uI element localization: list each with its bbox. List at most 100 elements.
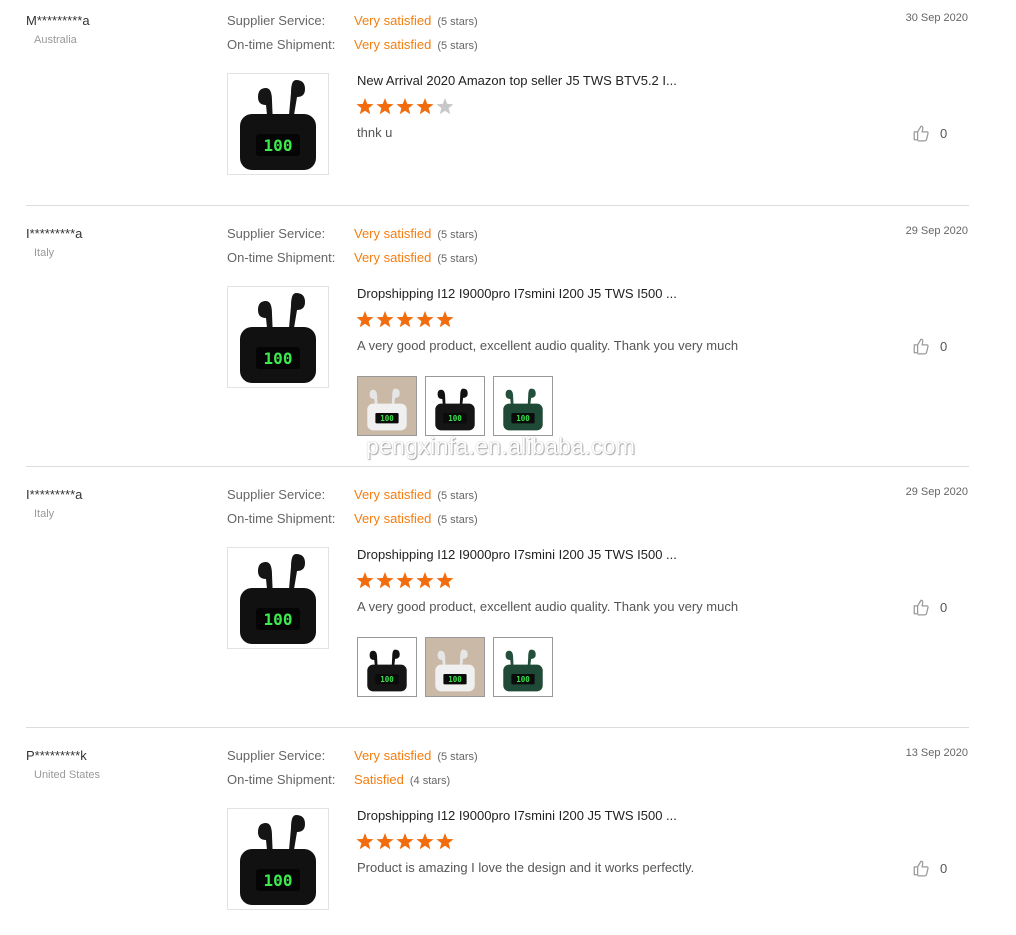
- supplier-service-rating: Supplier Service: Very satisfied (5 stars): [227, 225, 478, 243]
- review-text: A very good product, excellent audio qua…: [357, 599, 739, 614]
- like-button[interactable]: 0: [912, 859, 947, 877]
- review-divider: [26, 205, 969, 206]
- reviewer-country: Italy: [34, 508, 55, 520]
- svg-text:100: 100: [264, 136, 293, 155]
- svg-text:100: 100: [448, 414, 462, 423]
- ontime-shipment-rating: On-time Shipment: Satisfied (4 stars): [227, 771, 450, 789]
- review-date: 30 Sep 2020: [905, 12, 968, 24]
- supplier-service-label: Supplier Service:: [227, 13, 326, 28]
- watermark: pengxinfa.en.alibaba.com: [366, 433, 636, 459]
- ontime-shipment-stars: (5 stars): [437, 514, 478, 526]
- star-icon: [376, 311, 394, 328]
- reviewer-country: Australia: [34, 34, 77, 46]
- svg-text:100: 100: [264, 349, 293, 368]
- product-image[interactable]: 100: [227, 547, 329, 649]
- star-icon: [356, 833, 374, 850]
- review-item: I*********a Italy Supplier Service: Very …: [0, 213, 1016, 436]
- review-photos: 100 100 100: [357, 637, 553, 697]
- review-date: 29 Sep 2020: [905, 225, 968, 237]
- thumbs-up-icon: [912, 598, 930, 616]
- like-button[interactable]: 0: [912, 598, 947, 616]
- product-title-link[interactable]: New Arrival 2020 Amazon top seller J5 TW…: [357, 73, 677, 88]
- review-photo[interactable]: 100: [357, 637, 417, 697]
- like-button[interactable]: 0: [912, 337, 947, 355]
- supplier-service-label: Supplier Service:: [227, 748, 326, 763]
- supplier-service-value: Very satisfied: [354, 487, 432, 502]
- reviewer-name: P*********k: [26, 748, 87, 763]
- star-icon: [416, 572, 434, 589]
- review-item: P*********k United States Supplier Servi…: [0, 735, 1016, 935]
- star-icon: [436, 833, 454, 850]
- review-photo[interactable]: 100: [425, 376, 485, 436]
- ontime-shipment-label: On-time Shipment:: [227, 511, 336, 526]
- review-divider: [26, 466, 969, 467]
- like-count: 0: [940, 599, 948, 615]
- supplier-service-stars: (5 stars): [437, 751, 478, 763]
- star-icon: [376, 833, 394, 850]
- review-photo[interactable]: 100: [425, 637, 485, 697]
- like-count: 0: [940, 338, 948, 354]
- product-image[interactable]: 100: [227, 286, 329, 388]
- ontime-shipment-label: On-time Shipment:: [227, 250, 336, 265]
- star-icon: [376, 98, 394, 115]
- star-icon: [356, 572, 374, 589]
- ontime-shipment-value: Very satisfied: [354, 250, 432, 265]
- svg-text:100: 100: [516, 414, 530, 423]
- review-text: Product is amazing I love the design and…: [357, 860, 695, 875]
- svg-text:100: 100: [516, 675, 530, 684]
- ontime-shipment-value: Very satisfied: [354, 37, 432, 52]
- star-rating: [356, 311, 454, 328]
- product-rating-stars: [356, 833, 456, 851]
- star-icon: [436, 572, 454, 589]
- thumbs-up-icon: [912, 124, 930, 142]
- product-image[interactable]: 100: [227, 808, 329, 910]
- review-text: A very good product, excellent audio qua…: [357, 338, 739, 353]
- star-icon: [396, 98, 414, 115]
- ontime-shipment-label: On-time Shipment:: [227, 37, 336, 52]
- review-photo[interactable]: 100: [493, 376, 553, 436]
- review-photo[interactable]: 100: [493, 637, 553, 697]
- star-icon: [356, 311, 374, 328]
- review-photo[interactable]: 100: [357, 376, 417, 436]
- product-rating-stars: [356, 311, 456, 329]
- product-image[interactable]: 100: [227, 73, 329, 175]
- product-title-link[interactable]: Dropshipping I12 I9000pro I7smini I200 J…: [357, 808, 677, 823]
- star-icon: [396, 572, 414, 589]
- thumbs-up-icon: [912, 337, 930, 355]
- review-item: I*********a Italy Supplier Service: Very …: [0, 474, 1016, 697]
- supplier-service-value: Very satisfied: [354, 13, 432, 28]
- star-icon: [416, 311, 434, 328]
- review-item: M*********a Australia Supplier Service: V…: [0, 0, 1016, 200]
- review-photos: 100 100 100: [357, 376, 553, 436]
- ontime-shipment-value: Very satisfied: [354, 511, 432, 526]
- star-icon: [356, 98, 374, 115]
- review-divider: [26, 727, 969, 728]
- supplier-service-label: Supplier Service:: [227, 226, 326, 241]
- ontime-shipment-value: Satisfied: [354, 772, 404, 787]
- star-icon: [396, 833, 414, 850]
- reviewer-name: M*********a: [26, 13, 90, 28]
- like-button[interactable]: 0: [912, 124, 947, 142]
- like-count: 0: [940, 860, 948, 876]
- supplier-service-stars: (5 stars): [437, 490, 478, 502]
- ontime-shipment-stars: (5 stars): [437, 253, 478, 265]
- star-icon: [416, 98, 434, 115]
- reviewer-country: Italy: [34, 247, 55, 259]
- product-title-link[interactable]: Dropshipping I12 I9000pro I7smini I200 J…: [357, 547, 677, 562]
- product-title-link[interactable]: Dropshipping I12 I9000pro I7smini I200 J…: [357, 286, 677, 301]
- reviewer-name: I*********a: [26, 487, 83, 502]
- star-icon: [396, 311, 414, 328]
- svg-text:100: 100: [448, 675, 462, 684]
- reviewer-name: I*********a: [26, 226, 83, 241]
- ontime-shipment-rating: On-time Shipment: Very satisfied (5 stars): [227, 36, 478, 54]
- review-text: thnk u: [357, 125, 393, 140]
- ontime-shipment-stars: (4 stars): [409, 775, 451, 787]
- star-icon: [416, 833, 434, 850]
- svg-text:100: 100: [264, 871, 293, 890]
- ontime-shipment-label: On-time Shipment:: [227, 772, 336, 787]
- supplier-service-stars: (5 stars): [437, 16, 478, 28]
- star-rating: [356, 572, 454, 589]
- star-icon: [376, 572, 394, 589]
- product-rating-stars: [356, 98, 456, 116]
- supplier-service-value: Very satisfied: [354, 226, 432, 241]
